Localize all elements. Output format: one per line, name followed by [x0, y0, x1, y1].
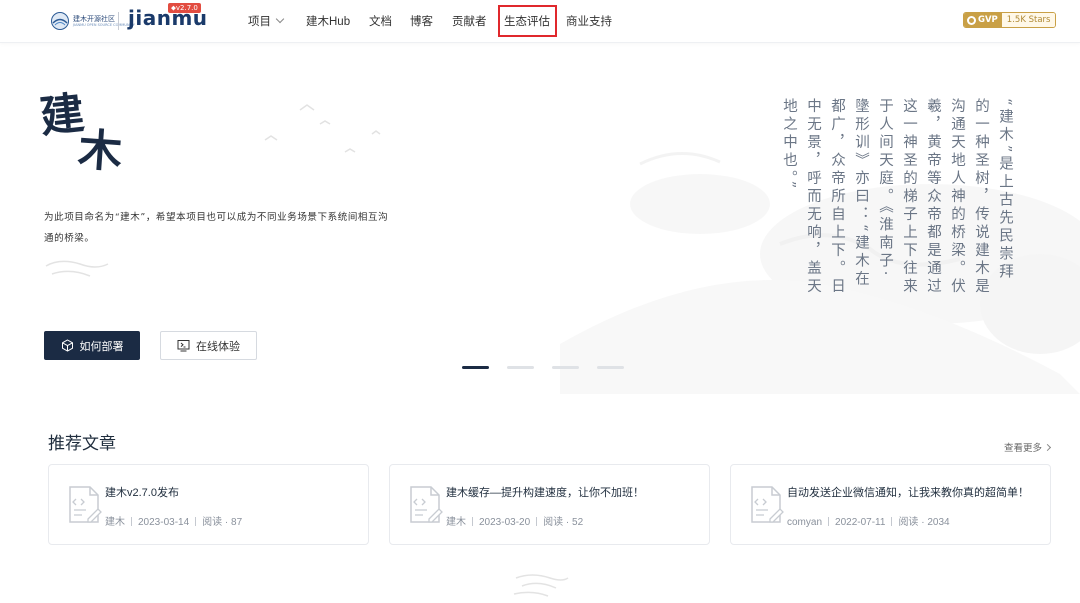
poem-column: 的一种圣树，传说建木是 [973, 98, 989, 296]
terminal-icon [177, 340, 190, 352]
poem-column: 地之中也。” [781, 98, 797, 192]
article-card[interactable]: 建木v2.7.0发布 建木 2023-03-14 阅读 · 87 [48, 464, 369, 545]
nav-item-docs[interactable]: 文档 [369, 13, 392, 29]
document-code-icon [69, 486, 102, 523]
document-code-icon [410, 486, 443, 523]
article-reads: 阅读 · 52 [543, 517, 584, 528]
article-author: 建木 [105, 517, 125, 528]
poem-column: 都广，众帝所自上下。日 [829, 98, 845, 296]
gvp-stars: 1.5K Stars [1001, 13, 1056, 27]
article-date: 2022-07-11 [835, 517, 886, 528]
meta-divider [131, 517, 132, 526]
chevron-right-icon [1043, 443, 1052, 452]
article-meta: 建木 2023-03-20 阅读 · 52 [446, 513, 583, 528]
document-code-icon [751, 486, 784, 523]
nav-item-business-support[interactable]: 商业支持 [566, 13, 612, 29]
carousel-dot-4[interactable] [597, 366, 624, 369]
article-title[interactable]: 建木缓存—提升构建速度，让你不加班！ [446, 484, 644, 500]
nav-item-contributors[interactable]: 贡献者 [452, 13, 487, 29]
how-to-deploy-button[interactable]: 如何部署 [44, 331, 140, 360]
article-reads: 阅读 · 2034 [898, 517, 950, 528]
carousel-dot-2[interactable] [507, 366, 534, 369]
poem-column: 中无景，呼而无响，盖天 [805, 98, 821, 296]
article-card[interactable]: 自动发送企业微信通知，让我来教你真的超简单！ comyan 2022-07-11 阅… [730, 464, 1051, 545]
nav-item-blog[interactable]: 博客 [410, 13, 433, 29]
carousel-dot-3[interactable] [552, 366, 579, 369]
cube-icon [61, 339, 73, 352]
version-badge: ⬥v2.7.0 [168, 3, 201, 13]
hero-title-char-2: 木 [76, 124, 124, 179]
gvp-badge[interactable]: GVP 1.5K Stars [963, 12, 1057, 28]
meta-divider [536, 517, 538, 526]
see-more-link[interactable]: 查看更多 [1004, 440, 1052, 454]
meta-divider [891, 517, 893, 526]
nav-highlight-box [498, 5, 557, 37]
meta-divider [195, 517, 197, 526]
try-online-label: 在线体验 [196, 340, 240, 353]
poem-column: 墬形训》亦曰：“建木在 [853, 98, 869, 289]
poem-column: 这一神圣的梯子上下往来 [901, 98, 917, 296]
carousel-dot-1[interactable] [462, 366, 489, 369]
hero-banner: 建 木 为此项目命名为“建木”，希望本项目也可以成为不同业务场景下系统间相互沟通… [0, 44, 1080, 394]
community-name-en: JIANMU OPEN SOURCE COMMUNITY [73, 22, 135, 27]
see-more-label: 查看更多 [1004, 443, 1043, 454]
carousel-indicators [462, 366, 624, 369]
hero-calligraphy-title: 建 木 [38, 88, 124, 179]
poem-column: 羲，黄帝等众帝都是通过 [925, 98, 941, 296]
meta-divider [828, 517, 830, 526]
version-label: v2.7.0 [175, 4, 198, 12]
community-emblem-icon [51, 12, 69, 30]
community-logo[interactable]: 建木开源社区 JIANMU OPEN SOURCE COMMUNITY [50, 12, 135, 30]
article-author: 建木 [446, 517, 466, 528]
gvp-label-wrap: GVP [964, 13, 1002, 27]
how-to-deploy-label: 如何部署 [79, 340, 124, 353]
try-online-button[interactable]: 在线体验 [160, 331, 257, 360]
chevron-down-icon [275, 14, 285, 24]
article-title[interactable]: 建木v2.7.0发布 [105, 484, 179, 500]
hero-description: 为此项目命名为“建木”，希望本项目也可以成为不同业务场景下系统间相互沟通的桥梁。 [44, 212, 389, 244]
article-reads: 阅读 · 87 [202, 517, 243, 528]
top-navbar: 建木开源社区 JIANMU OPEN SOURCE COMMUNITY jian… [0, 0, 1080, 43]
meta-divider [472, 517, 473, 526]
poem-column: “建木”是上古先民崇拜 [997, 98, 1013, 282]
gvp-coin-icon [967, 15, 976, 25]
article-meta: comyan 2022-07-11 阅读 · 2034 [787, 513, 950, 528]
poem-column: 沟通天地人神的桥梁。伏 [949, 98, 965, 296]
article-meta: 建木 2023-03-14 阅读 · 87 [105, 513, 242, 528]
cloud-ornament [513, 574, 569, 597]
nav-item-hub[interactable]: 建木Hub [306, 13, 350, 29]
nav-projects-label: 项目 [248, 16, 271, 28]
recommended-articles-title: 推荐文章 [48, 434, 116, 453]
gvp-label: GVP [978, 15, 998, 25]
article-card[interactable]: 建木缓存—提升构建速度，让你不加班！ 建木 2023-03-20 阅读 · 52 [389, 464, 710, 545]
poem-column: 于人间天庭。《淮南子· [877, 98, 893, 279]
article-date: 2023-03-20 [479, 517, 531, 528]
hero-vertical-poem: “建木”是上古先民崇拜 的一种圣树，传说建木是 沟通天地人神的桥梁。伏 羲，黄帝… [781, 98, 1022, 318]
article-title[interactable]: 自动发送企业微信通知，让我来教你真的超简单！ [787, 484, 1029, 500]
community-name-cn: 建木开源社区 [73, 14, 115, 23]
logo-divider [118, 12, 119, 30]
nav-item-projects[interactable]: 项目 [248, 13, 285, 29]
article-date: 2023-03-14 [138, 517, 190, 528]
article-author: comyan [787, 517, 823, 528]
